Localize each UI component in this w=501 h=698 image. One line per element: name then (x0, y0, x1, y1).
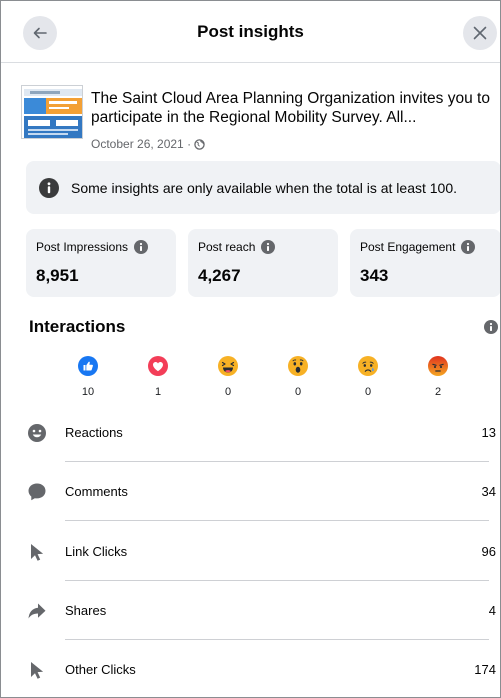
cursor-icon (31, 544, 44, 561)
post-text-line-2: participate in the Regional Mobility Sur… (91, 109, 417, 126)
post-date: October 26, 2021 · (91, 137, 205, 151)
post-reach-value: 4,267 (198, 266, 241, 285)
post-text: The Saint Cloud Area Planning Organizati… (91, 89, 500, 127)
comment-icon (28, 483, 46, 501)
back-arrow-icon (33, 27, 47, 39)
angry-reaction-icon (428, 356, 448, 376)
row-divider (65, 520, 489, 521)
info-icon[interactable] (134, 240, 149, 254)
post-reach-label-row: Post reach (198, 240, 328, 254)
love-reaction: 1 (138, 356, 178, 398)
other-clicks-row: Other Clicks 174 (26, 659, 496, 697)
post-impressions-value: 8,951 (36, 266, 79, 285)
row-divider (65, 639, 489, 640)
reactions-value: 13 (481, 425, 496, 440)
info-icon[interactable] (484, 320, 498, 334)
sad-reaction-icon (358, 356, 378, 376)
sad-reaction: 0 (348, 356, 388, 398)
close-button[interactable] (463, 16, 497, 50)
haha-reaction: 0 (208, 356, 248, 398)
post-impressions-card: Post Impressions 8,951 (26, 229, 176, 297)
comments-label: Comments (65, 484, 128, 499)
dialog-title: Post insights (197, 21, 304, 41)
info-icon (39, 177, 59, 198)
like-reaction: 10 (68, 356, 108, 398)
row-divider (65, 461, 489, 462)
post-thumbnail (21, 85, 83, 139)
other-clicks-value: 174 (474, 662, 496, 677)
shares-label: Shares (65, 603, 107, 618)
love-count: 1 (154, 386, 162, 398)
smiley-icon (28, 424, 46, 442)
angry-count: 2 (434, 386, 442, 398)
banner-text: Some insights are only available when th… (71, 179, 458, 196)
dialog-header: Post insights (1, 1, 500, 63)
reactions-row: Reactions 13 (26, 422, 496, 481)
post-impressions-label-row: Post Impressions (36, 240, 166, 254)
angry-reaction: 2 (418, 356, 458, 398)
post-engagement-label-row: Post Engagement (360, 240, 491, 254)
close-icon (473, 26, 487, 40)
post-engagement-value: 343 (360, 266, 389, 285)
post-impressions-label: Post Impressions (36, 240, 129, 254)
link-clicks-row: Link Clicks 96 (26, 541, 496, 600)
haha-reaction-icon (218, 356, 238, 376)
post-text-line-1: The Saint Cloud Area Planning Organizati… (91, 90, 490, 107)
row-divider (65, 580, 489, 581)
wow-reaction-icon (288, 356, 308, 376)
insights-threshold-banner: Some insights are only available when th… (26, 161, 500, 214)
comments-value: 34 (481, 484, 496, 499)
post-date-text: October 26, 2021 · (91, 137, 192, 151)
post-insights-dialog: Post insights The Saint Cloud Area Plann… (0, 0, 501, 698)
cursor-icon (31, 662, 44, 679)
shares-row: Shares 4 (26, 600, 496, 659)
post-preview[interactable]: The Saint Cloud Area Planning Organizati… (21, 85, 500, 155)
reactions-label: Reactions (65, 425, 123, 440)
shares-value: 4 (488, 603, 496, 618)
other-clicks-label: Other Clicks (65, 662, 136, 677)
share-icon (28, 603, 46, 619)
love-reaction-icon (148, 356, 168, 376)
like-reaction-icon (78, 356, 98, 376)
comments-row: Comments 34 (26, 481, 496, 540)
survey-flyer-image (22, 86, 82, 138)
post-reach-label: Post reach (198, 240, 256, 254)
wow-reaction: 0 (278, 356, 318, 398)
back-button[interactable] (23, 16, 57, 50)
post-reach-card: Post reach 4,267 (188, 229, 338, 297)
globe-icon (194, 138, 205, 150)
link-clicks-label: Link Clicks (65, 544, 128, 559)
post-engagement-card: Post Engagement 343 (350, 229, 500, 297)
wow-count: 0 (294, 386, 302, 398)
info-icon[interactable] (261, 240, 276, 254)
interactions-title: Interactions (29, 317, 126, 336)
sad-count: 0 (364, 386, 372, 398)
haha-count: 0 (224, 386, 232, 398)
post-engagement-label: Post Engagement (360, 240, 456, 254)
info-icon[interactable] (461, 240, 476, 254)
like-count: 10 (81, 386, 95, 398)
link-clicks-value: 96 (481, 544, 496, 559)
